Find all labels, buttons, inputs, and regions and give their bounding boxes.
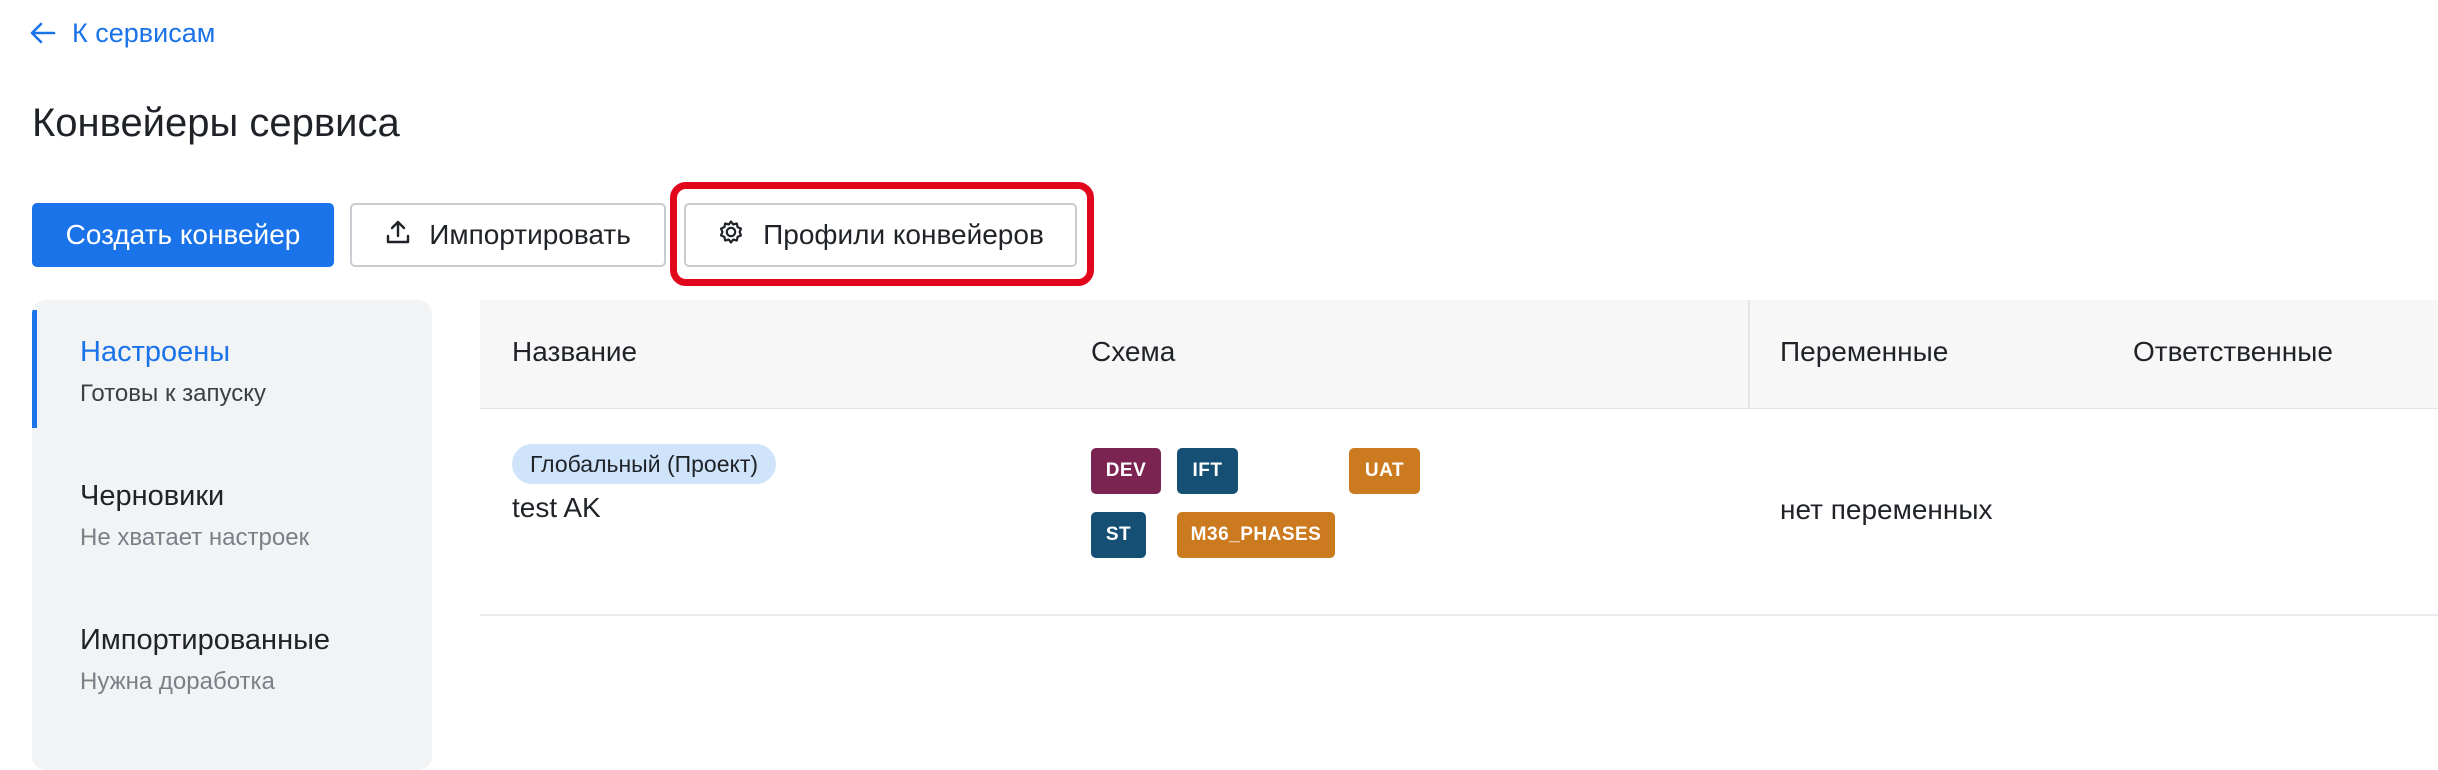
back-link-label: К сервисам [72, 17, 216, 48]
upload-icon [385, 219, 411, 252]
arrow-left-icon [30, 22, 56, 44]
scope-badge: Глобальный (Проект) [512, 444, 777, 484]
stage-badge-ift: IFT [1177, 448, 1238, 494]
column-header-schema: Схема [1091, 336, 1176, 367]
column-header-responsible: Ответственные [2133, 336, 2333, 367]
back-to-services-link[interactable]: К сервисам [30, 14, 215, 52]
column-divider [1748, 300, 1750, 408]
stage-badge-dev: DEV [1091, 448, 1161, 494]
variables-value: нет переменных [1780, 494, 1993, 525]
page-title: Конвейеры сервиса [32, 101, 400, 145]
sidebar-item-imported[interactable]: Импортированные Нужна доработка [32, 588, 432, 718]
sidebar-item-label: Черновики [80, 480, 225, 512]
sidebar-item-subtitle: Нужна доработка [80, 668, 275, 695]
stage-badge-uat: UAT [1349, 448, 1420, 494]
sidebar-item-subtitle: Не хватает настроек [80, 524, 310, 551]
pipeline-status-sidebar: Настроены Готовы к запуску Черновики Не … [32, 300, 432, 770]
stage-badge-m36-phases: M36_PHASES [1177, 512, 1335, 558]
stage-badge-st: ST [1091, 512, 1146, 558]
create-pipeline-label: Создать конвейер [65, 219, 301, 250]
column-header-name: Название [512, 336, 638, 367]
pipeline-name[interactable]: test AK [512, 492, 601, 524]
sidebar-item-drafts[interactable]: Черновики Не хватает настроек [32, 444, 432, 574]
gear-icon [717, 218, 745, 253]
pipelines-table: Название Схема Переменные Ответственные … [480, 300, 2438, 748]
sidebar-item-label: Импортированные [80, 624, 331, 656]
pipeline-profiles-label: Профили конвейеров [763, 219, 1044, 250]
import-button[interactable]: Импортировать [350, 203, 666, 267]
column-header-variables: Переменные [1780, 336, 1949, 367]
table-row[interactable]: Глобальный (Проект) test AK DEV IFT UAT … [480, 408, 2438, 616]
sidebar-item-subtitle: Готовы к запуску [80, 380, 266, 407]
sidebar-item-configured[interactable]: Настроены Готовы к запуску [32, 300, 432, 430]
create-pipeline-button[interactable]: Создать конвейер [32, 203, 334, 267]
pipeline-profiles-button[interactable]: Профили конвейеров [684, 203, 1077, 267]
import-label: Импортировать [429, 219, 631, 250]
sidebar-item-label: Настроены [80, 336, 231, 368]
table-header: Название Схема Переменные Ответственные [480, 300, 2438, 409]
